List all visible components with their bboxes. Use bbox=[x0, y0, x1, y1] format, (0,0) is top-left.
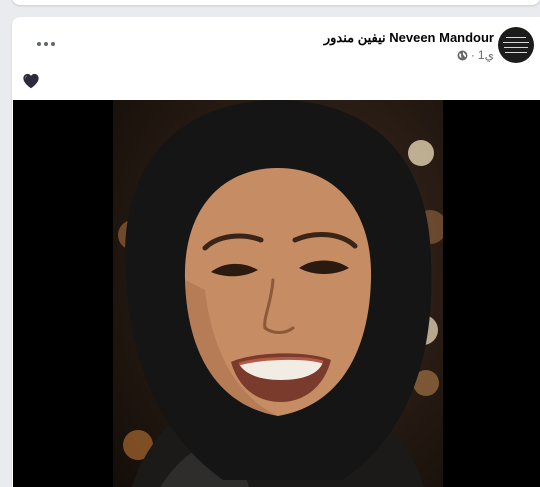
author-name[interactable]: نيفين مندور Neveen Mandour bbox=[324, 30, 494, 46]
dot-separator: · bbox=[470, 48, 475, 62]
more-options-dot bbox=[44, 42, 48, 46]
avatar[interactable] bbox=[498, 27, 534, 63]
more-options-icon bbox=[37, 42, 41, 46]
more-options-button[interactable] bbox=[32, 35, 60, 53]
post-photo[interactable] bbox=[13, 100, 540, 487]
avatar-mark bbox=[505, 52, 527, 53]
post-card: نيفين مندور Neveen Mandour · 1ي bbox=[12, 17, 540, 487]
previous-post-card bbox=[12, 0, 540, 5]
avatar-mark bbox=[506, 37, 526, 38]
avatar-mark bbox=[504, 47, 528, 48]
post-meta: · 1ي bbox=[457, 48, 494, 62]
portrait-figure bbox=[124, 100, 432, 487]
black-heart-icon bbox=[23, 73, 39, 89]
portrait-image bbox=[113, 100, 443, 487]
more-options-dot bbox=[51, 42, 55, 46]
post-time[interactable]: 1ي bbox=[478, 48, 494, 62]
globe-icon[interactable] bbox=[457, 50, 468, 61]
avatar-mark bbox=[503, 42, 529, 43]
